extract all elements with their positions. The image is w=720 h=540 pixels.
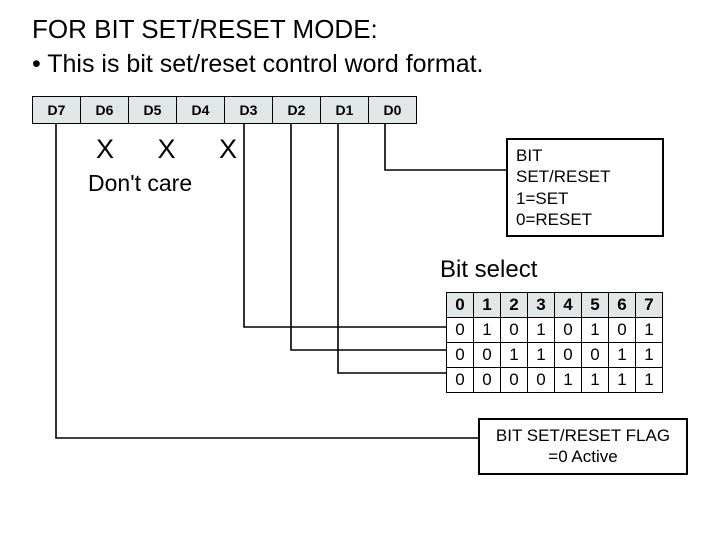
td: 1 [501,343,528,368]
table-row: 00110011 [447,343,663,368]
td: 0 [447,368,474,393]
td: 1 [555,368,582,393]
set-reset-l3: 1=SET [516,188,654,209]
flag-l2: =0 Active [488,446,678,467]
set-reset-l4: 0=RESET [516,209,654,230]
td: 1 [636,318,663,343]
set-reset-l2: SET/RESET [516,166,654,187]
th: 6 [609,293,636,318]
td: 0 [474,368,501,393]
bit-d2: D2 [272,96,321,124]
table-row: 00001111 [447,368,663,393]
td: 0 [474,343,501,368]
set-reset-l1: BIT [516,145,654,166]
flag-box: BIT SET/RESET FLAG =0 Active [478,418,688,475]
bit-select-table: 0 1 2 3 4 5 6 7 01010101 00110011 000011… [446,292,663,393]
table-row: 01010101 [447,318,663,343]
td: 0 [528,368,555,393]
td: 1 [582,368,609,393]
td: 0 [501,318,528,343]
table-header-row: 0 1 2 3 4 5 6 7 [447,293,663,318]
bit-select-heading: Bit select [440,256,537,284]
th: 1 [474,293,501,318]
td: 1 [609,368,636,393]
heading: FOR BIT SET/RESET MODE: [32,14,378,45]
td: 1 [528,343,555,368]
th: 0 [447,293,474,318]
th: 4 [555,293,582,318]
bit-d1: D1 [320,96,369,124]
td: 1 [582,318,609,343]
bit-header-row: D7 D6 D5 D4 D3 D2 D1 D0 [32,96,416,124]
td: 0 [447,343,474,368]
dont-care-label: Don't care [88,170,192,197]
th: 5 [582,293,609,318]
th: 3 [528,293,555,318]
td: 1 [636,368,663,393]
th: 7 [636,293,663,318]
td: 0 [582,343,609,368]
td: 1 [609,343,636,368]
td: 0 [447,318,474,343]
bit-d5: D5 [128,96,177,124]
dont-care-x: X X X [96,134,255,165]
bit-d7: D7 [32,96,81,124]
td: 1 [474,318,501,343]
bit-d6: D6 [80,96,129,124]
bit-d4: D4 [176,96,225,124]
td: 0 [555,343,582,368]
td: 0 [609,318,636,343]
td: 1 [528,318,555,343]
set-reset-box: BIT SET/RESET 1=SET 0=RESET [506,138,664,237]
flag-l1: BIT SET/RESET FLAG [488,425,678,446]
td: 0 [555,318,582,343]
bullet-line: • This is bit set/reset control word for… [32,50,484,79]
td: 1 [636,343,663,368]
bit-d0: D0 [368,96,417,124]
bit-d3: D3 [224,96,273,124]
td: 0 [501,368,528,393]
th: 2 [501,293,528,318]
